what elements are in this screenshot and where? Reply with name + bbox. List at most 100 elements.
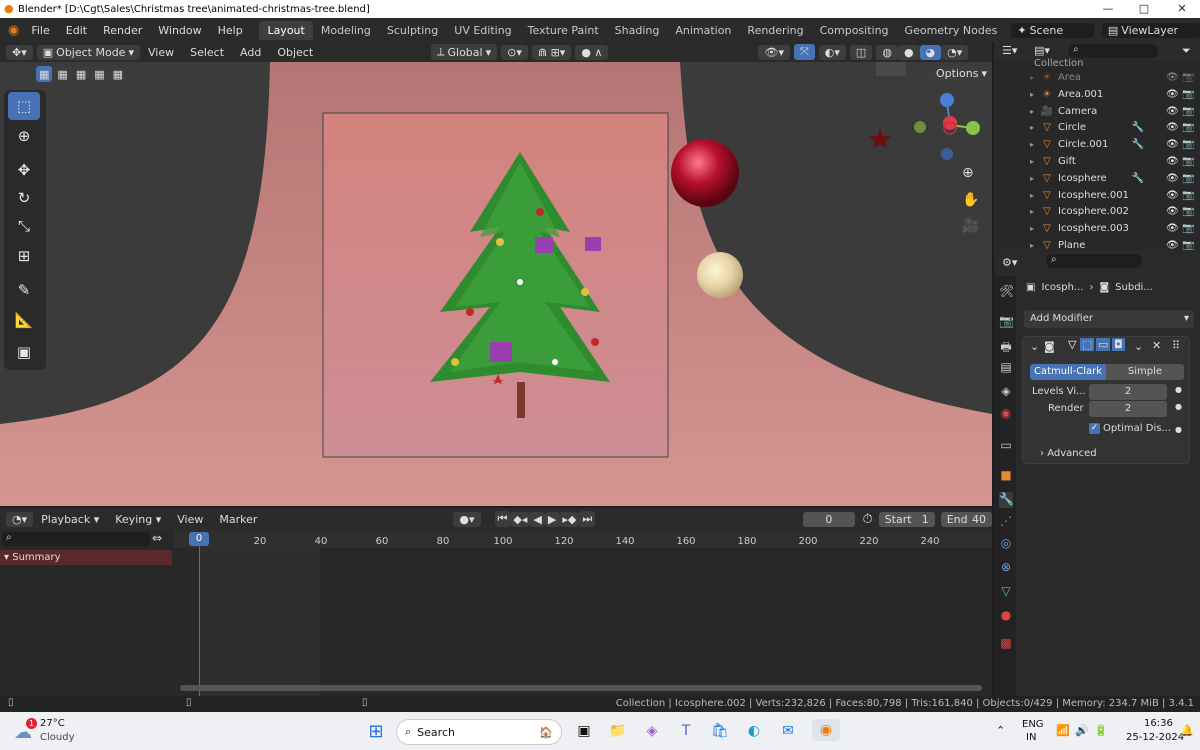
breadcrumb-object[interactable]: Icosph... xyxy=(1041,282,1083,293)
remove-modifier-icon[interactable]: ✕ xyxy=(1152,339,1161,352)
outliner-row[interactable]: ▸ ▽ Circle 🔧 👁 📷 xyxy=(994,119,1200,136)
expand-arrow-icon[interactable]: ▸ xyxy=(1030,107,1040,116)
outliner-row[interactable]: ▸ ▽ Icosphere.003 👁 📷 xyxy=(994,220,1200,237)
tab-rendering[interactable]: Rendering xyxy=(739,21,811,40)
outliner-row-label[interactable]: Icosphere.002 xyxy=(1058,206,1128,217)
render-camera-icon[interactable]: 📷 xyxy=(1182,72,1194,83)
outliner-editor-icon[interactable]: ☰▾ xyxy=(1002,44,1017,57)
expand-arrow-icon[interactable]: ▸ xyxy=(1030,90,1040,99)
select-box-tool-icon[interactable]: ⬚ xyxy=(8,92,40,120)
shading-wireframe-button[interactable]: ◍ xyxy=(876,44,898,60)
visibility-eye-icon[interactable]: 👁 xyxy=(1166,106,1179,117)
view-layer-tab-icon[interactable]: ▤ xyxy=(999,360,1013,376)
timeline-search-field[interactable]: ⌕ xyxy=(2,532,150,546)
clock-date[interactable]: 25-12-2024 xyxy=(1126,732,1184,743)
outliner-display-icon[interactable]: ▤▾ xyxy=(1034,44,1050,57)
options-dropdown[interactable]: Options ▾ xyxy=(930,66,992,81)
prev-keyframe-icon[interactable]: ◆◂ xyxy=(510,511,531,527)
physics-tab-icon[interactable]: ◎ xyxy=(999,536,1013,552)
tab-animation[interactable]: Animation xyxy=(667,21,739,40)
gizmo-neg-z[interactable] xyxy=(941,148,953,160)
viewport-menu-add[interactable]: Add xyxy=(232,46,269,59)
expand-arrow-icon[interactable]: ▸ xyxy=(1030,224,1040,233)
tab-compositing[interactable]: Compositing xyxy=(812,21,897,40)
minimize-icon[interactable]: — xyxy=(1090,0,1126,18)
outliner-row[interactable]: ▸ ▽ Plane 👁 📷 xyxy=(994,237,1200,250)
outliner-row-label[interactable]: Icosphere xyxy=(1058,173,1128,184)
menu-window[interactable]: Window xyxy=(150,24,209,37)
end-frame-field[interactable]: End 40 xyxy=(940,511,993,527)
outliner-row-label[interactable]: Area xyxy=(1058,72,1128,83)
shading-solid-button[interactable]: ● xyxy=(897,44,920,60)
blender-menu-icon[interactable]: ◉ xyxy=(8,23,19,38)
timeline-area[interactable]: ⌕ ⇔ ▾ Summary 0 20 40 60 80 100 120 140 … xyxy=(0,530,992,696)
visibility-eye-icon[interactable]: 👁 xyxy=(1166,173,1179,184)
filter-icon[interactable]: ⏷ xyxy=(1182,44,1191,58)
viewport-menu-select[interactable]: Select xyxy=(182,46,232,59)
add-cube-tool-icon[interactable]: ▣ xyxy=(8,338,40,366)
weather-temp[interactable]: 27°C xyxy=(40,718,65,729)
outliner-row[interactable]: ▸ 🎥 Camera 👁 📷 xyxy=(994,103,1200,120)
visibility-button[interactable]: 👁▾ xyxy=(758,44,790,60)
select-invert-icon[interactable]: ▦ xyxy=(91,66,108,82)
tab-texture-paint[interactable]: Texture Paint xyxy=(520,21,607,40)
render-camera-icon[interactable]: 📷 xyxy=(1182,106,1194,117)
menu-edit[interactable]: Edit xyxy=(58,24,95,37)
copilot-icon[interactable]: ◈ xyxy=(640,720,664,742)
editor-type-button[interactable]: ✥▾ xyxy=(6,44,33,60)
move-tool-icon[interactable]: ✥ xyxy=(8,156,40,184)
tab-modeling[interactable]: Modeling xyxy=(313,21,379,40)
store-icon[interactable]: 🛍 xyxy=(708,720,732,742)
gizmo-z-axis[interactable] xyxy=(940,93,954,107)
breadcrumb-modifier[interactable]: Subdi... xyxy=(1115,282,1153,293)
expand-arrow-icon[interactable]: ▸ xyxy=(1030,241,1040,250)
gizmo-y-axis[interactable] xyxy=(966,121,980,135)
drag-handle-icon[interactable]: ⠿ xyxy=(1172,339,1180,352)
shading-material-button[interactable]: ◕ xyxy=(919,44,942,60)
gizmo-x-axis[interactable] xyxy=(943,116,957,130)
playhead-line[interactable] xyxy=(199,546,200,696)
render-camera-icon[interactable]: 📷 xyxy=(1182,139,1194,150)
current-frame-field[interactable]: 0 xyxy=(803,511,855,527)
expand-arrow-icon[interactable]: ▸ xyxy=(1030,73,1040,82)
maximize-icon[interactable]: □ xyxy=(1126,0,1162,18)
outliner-row[interactable]: ▸ ▽ Gift 👁 📷 xyxy=(994,153,1200,170)
tool-tab-icon[interactable]: 🛠 xyxy=(999,284,1014,300)
levels-viewport-field[interactable]: 2 xyxy=(1089,384,1167,400)
keyframe-dot-icon[interactable]: ● xyxy=(1175,425,1182,434)
swap-icon[interactable]: ⇔ xyxy=(152,531,162,545)
render-camera-icon[interactable]: 📷 xyxy=(1182,156,1194,167)
expand-arrow-icon[interactable]: ▸ xyxy=(1030,123,1040,132)
select-extend-icon[interactable]: ▦ xyxy=(54,66,71,82)
visibility-eye-icon[interactable]: 👁 xyxy=(1166,223,1179,234)
weather-desc[interactable]: Cloudy xyxy=(40,732,74,743)
viewlayer-selector[interactable]: ▤ ViewLayer xyxy=(1101,22,1200,38)
output-tab-icon[interactable]: 🖶 xyxy=(999,338,1013,354)
navigation-gizmo[interactable] xyxy=(910,90,990,170)
render-camera-icon[interactable]: 📷 xyxy=(1182,89,1194,100)
summary-channel[interactable]: ▾ Summary xyxy=(0,550,172,565)
timeline-view-menu[interactable]: View xyxy=(169,513,211,526)
outliner-row[interactable]: ▸ ▽ Icosphere.002 👁 📷 xyxy=(994,203,1200,220)
blender-taskbar-icon[interactable]: ◉ xyxy=(812,719,840,741)
annotate-tool-icon[interactable]: ✎ xyxy=(8,276,40,304)
file-explorer-icon[interactable]: 📁 xyxy=(606,720,630,742)
tab-shading[interactable]: Shading xyxy=(607,21,668,40)
constraints-tab-icon[interactable]: ⊗ xyxy=(999,560,1013,576)
task-view-icon[interactable]: ▣ xyxy=(572,720,596,742)
timeline-editor-type-button[interactable]: ◔▾ xyxy=(6,511,34,527)
visibility-eye-icon[interactable]: 👁 xyxy=(1166,122,1179,133)
pivot-button[interactable]: ⊙▾ xyxy=(501,44,528,60)
tab-geometry-nodes[interactable]: Geometry Nodes xyxy=(897,21,1006,40)
outliner-row-label[interactable]: Icosphere.001 xyxy=(1058,190,1128,201)
snap-button[interactable]: ⋒ ⊞▾ xyxy=(531,44,572,60)
jump-start-icon[interactable]: ⏮ xyxy=(494,511,511,527)
visibility-eye-icon[interactable]: 👁 xyxy=(1166,89,1179,100)
play-reverse-icon[interactable]: ◀ xyxy=(530,511,545,527)
mode-dropdown[interactable]: ▣ Object Mode ▾ xyxy=(36,44,140,60)
record-button[interactable]: ●▾ xyxy=(453,511,481,527)
data-tab-icon[interactable]: ▽ xyxy=(999,584,1013,600)
playback-menu[interactable]: Playback ▾ xyxy=(33,513,107,526)
texture-tab-icon[interactable]: ▩ xyxy=(999,636,1013,652)
viewport-menu-object[interactable]: Object xyxy=(269,46,321,59)
